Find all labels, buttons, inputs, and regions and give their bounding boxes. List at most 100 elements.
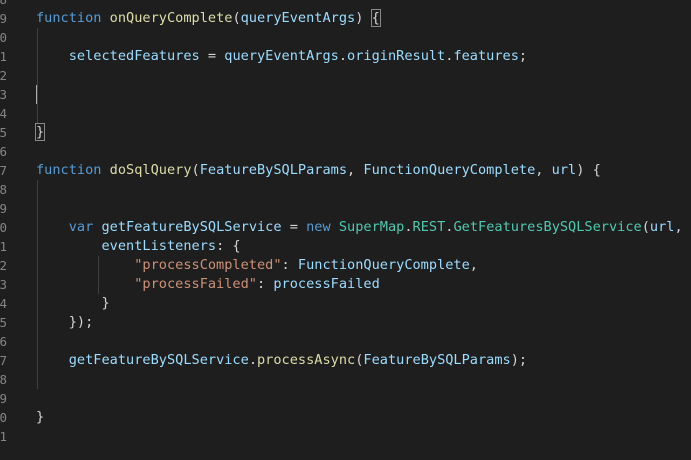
code-token: processAsync — [257, 352, 356, 368]
code-line[interactable]: 44 — [0, 104, 691, 123]
line-number: 40 — [0, 30, 8, 45]
code-token: new — [306, 219, 331, 235]
matched-bracket: } — [34, 123, 46, 141]
line-number: 48 — [0, 182, 8, 197]
line-number: 57 — [0, 353, 8, 368]
line-number: 50 — [0, 220, 8, 235]
code-text: }); — [36, 313, 94, 332]
code-line[interactable]: 55 }); — [0, 313, 691, 332]
code-line[interactable]: 58 — [0, 370, 691, 389]
code-line[interactable]: 57 getFeatureBySQLService.processAsync(F… — [0, 351, 691, 370]
code-token: , { — [674, 219, 691, 235]
code-line[interactable]: 60} — [0, 408, 691, 427]
line-number: 49 — [0, 201, 8, 216]
code-text: "processFailed": processFailed — [36, 275, 380, 294]
code-token: FunctionQueryComplete — [363, 162, 536, 178]
code-token: onQueryComplete — [109, 10, 233, 26]
line-number: 51 — [0, 239, 8, 254]
line-number: 43 — [0, 87, 8, 102]
line-number: 45 — [0, 125, 8, 140]
line-number: 58 — [0, 372, 8, 387]
code-token: ) — [355, 10, 372, 26]
code-token: = — [281, 219, 307, 235]
code-token: ; — [518, 48, 528, 64]
indent-guide — [98, 256, 99, 294]
code-line[interactable]: 49 — [0, 199, 691, 218]
line-number: 44 — [0, 106, 8, 121]
code-text: function onQueryComplete(queryEventArgs)… — [36, 9, 381, 28]
line-number: 60 — [0, 410, 8, 425]
line-number: 42 — [0, 68, 8, 83]
line-number: 38 — [0, 0, 12, 9]
code-token: SuperMap — [338, 219, 405, 235]
code-token: "processCompleted" — [134, 257, 282, 273]
code-editor[interactable]: 3839function onQueryComplete(queryEventA… — [0, 0, 691, 460]
code-token: = — [199, 48, 225, 64]
line-number: 61 — [0, 429, 8, 444]
code-token: } — [101, 295, 110, 311]
code-line[interactable]: 41 selectedFeatures = queryEventArgs.ori… — [0, 47, 691, 66]
code-token: getFeatureBySQLService — [101, 219, 282, 235]
code-token: } — [36, 409, 45, 425]
code-text: var getFeatureBySQLService = new SuperMa… — [36, 218, 691, 237]
code-text: } — [34, 123, 46, 142]
code-token: }); — [68, 314, 94, 330]
indent-guide — [37, 28, 38, 123]
code-line[interactable]: 52 "processCompleted": FunctionQueryComp… — [0, 256, 691, 275]
code-token: ( — [191, 162, 200, 178]
code-token: var — [68, 219, 94, 235]
code-line[interactable]: 43 — [0, 85, 691, 104]
code-token: FeatureBySQLParams — [199, 162, 348, 178]
code-line[interactable]: 46 — [0, 142, 691, 161]
code-token: REST — [412, 219, 446, 235]
code-token: FeatureBySQLParams — [363, 352, 511, 368]
code-line[interactable]: 56 — [0, 332, 691, 351]
code-line[interactable]: 53 "processFailed": processFailed — [0, 275, 691, 294]
code-token: function — [36, 162, 102, 178]
code-token: ); — [510, 352, 528, 368]
code-text: } — [36, 408, 44, 427]
code-token: , — [535, 162, 552, 178]
line-number: 39 — [0, 11, 8, 26]
code-token: doSqlQuery — [109, 162, 192, 178]
code-token: GetFeaturesBySQLService — [453, 219, 642, 235]
code-line[interactable]: 54 } — [0, 294, 691, 313]
code-line[interactable]: 50 var getFeatureBySQLService = new Supe… — [0, 218, 691, 237]
code-token: , — [469, 257, 478, 273]
code-line[interactable]: 61 — [0, 427, 691, 446]
code-token: originResult — [347, 48, 446, 64]
line-number: 47 — [0, 163, 8, 178]
code-line[interactable]: 40 — [0, 28, 691, 47]
code-line[interactable]: 45} — [0, 123, 691, 142]
code-token: "processFailed" — [134, 276, 257, 292]
code-token: getFeatureBySQLService — [68, 352, 249, 368]
code-line[interactable]: 42 — [0, 66, 691, 85]
code-line[interactable]: 38 — [0, 0, 691, 9]
code-token: url — [649, 219, 675, 235]
code-line[interactable]: 48 — [0, 180, 691, 199]
line-number: 54 — [0, 296, 8, 311]
code-token: . — [248, 352, 257, 368]
code-line[interactable]: 39 function onQueryComplete(queryEventArg… — [0, 9, 691, 28]
code-text: getFeatureBySQLService.processAsync(Feat… — [36, 351, 527, 370]
code-line[interactable]: 59 — [0, 389, 691, 408]
code-token: : — [281, 257, 298, 273]
line-number: 55 — [0, 315, 8, 330]
code-line[interactable]: 47 function doSqlQuery(FeatureBySQLParams… — [0, 161, 691, 180]
code-token: : — [256, 276, 274, 292]
code-text: selectedFeatures = queryEventArgs.origin… — [36, 47, 527, 66]
code-token: selectedFeatures — [68, 48, 200, 64]
code-line[interactable]: 51 eventListeners: { — [0, 237, 691, 256]
code-token: queryEventArgs — [224, 48, 339, 64]
code-token: , — [347, 162, 364, 178]
